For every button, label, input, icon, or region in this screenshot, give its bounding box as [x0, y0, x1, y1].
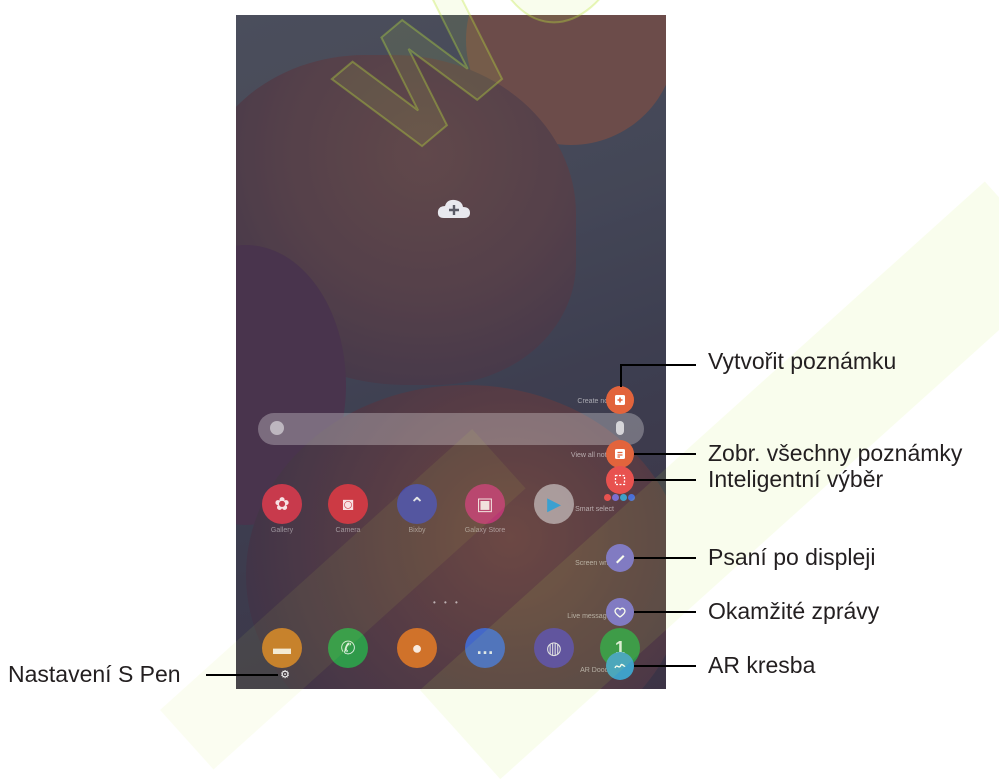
- gallery-icon[interactable]: ✿: [262, 484, 302, 524]
- callout-line: [634, 665, 696, 667]
- files-icon[interactable]: ▬: [262, 628, 302, 668]
- camera-icon[interactable]: ◙: [328, 484, 368, 524]
- pen-write-icon: [616, 555, 625, 564]
- view-all-notes-button[interactable]: [606, 440, 634, 468]
- callout-line: [634, 557, 696, 559]
- air-command-label: View all notes: [570, 452, 614, 459]
- ar-doodle-icon: [614, 663, 626, 669]
- callout-line: [206, 674, 278, 676]
- play-store-icon[interactable]: ▶: [534, 484, 574, 524]
- callout-line: [634, 479, 696, 481]
- callout-line: [620, 365, 622, 387]
- callout-create-note: Vytvořit poznámku: [708, 348, 897, 374]
- callout-screen-write: Psaní po displeji: [708, 544, 876, 570]
- live-messages-button[interactable]: [606, 598, 634, 626]
- air-command-label: Smart select: [575, 506, 614, 513]
- air-command-label: Screen write: [575, 560, 614, 567]
- callout-line: [634, 611, 696, 613]
- app-label: Gallery: [270, 527, 294, 534]
- google-icon: [270, 421, 284, 435]
- create-note-button[interactable]: [606, 386, 634, 414]
- air-command-label: Create note: [577, 398, 614, 405]
- app-label: Bixby: [408, 527, 426, 534]
- air-command-label: Live messages: [567, 613, 614, 620]
- contacts-icon[interactable]: ●: [397, 628, 437, 668]
- gear-icon[interactable]: ⚙: [279, 669, 291, 681]
- mic-icon[interactable]: [616, 421, 624, 435]
- callout-s-pen-settings: Nastavení S Pen: [8, 661, 181, 687]
- messages-icon[interactable]: …: [465, 628, 505, 668]
- screen-write-button[interactable]: [606, 544, 634, 572]
- search-bar[interactable]: [258, 413, 644, 445]
- smart-select-icon: [614, 474, 626, 486]
- app-label: Camera: [335, 527, 361, 534]
- callout-live-messages: Okamžité zprávy: [708, 598, 880, 624]
- bixby-icon[interactable]: ⌃: [397, 484, 437, 524]
- phone-icon[interactable]: ✆: [328, 628, 368, 668]
- note-plus-icon: [615, 395, 625, 405]
- callout-line: [634, 453, 696, 455]
- tablet-screen: ✿ Gallery ◙ Camera ⌃ Bixby ▣ Galaxy Stor…: [236, 15, 666, 689]
- app-label: Galaxy Store: [464, 527, 506, 534]
- callout-ar-doodle: AR kresba: [708, 652, 816, 678]
- store-icon[interactable]: ▣: [465, 484, 505, 524]
- page-indicator: • • •: [433, 598, 461, 607]
- smart-select-shapes: [604, 494, 635, 501]
- screen-dim-overlay: [236, 15, 666, 689]
- cloud-add-icon[interactable]: [436, 198, 472, 220]
- callout-smart-select: Inteligentní výběr: [708, 466, 884, 492]
- air-command-label: AR Doodle: [580, 667, 614, 674]
- heart-icon: [614, 607, 626, 618]
- ar-doodle-button[interactable]: [606, 652, 634, 680]
- notes-icon: [615, 449, 625, 459]
- smart-select-button[interactable]: [606, 466, 634, 494]
- callout-view-all-notes: Zobr. všechny poznámky: [708, 440, 963, 466]
- callout-line: [620, 364, 696, 366]
- internet-icon[interactable]: ◍: [534, 628, 574, 668]
